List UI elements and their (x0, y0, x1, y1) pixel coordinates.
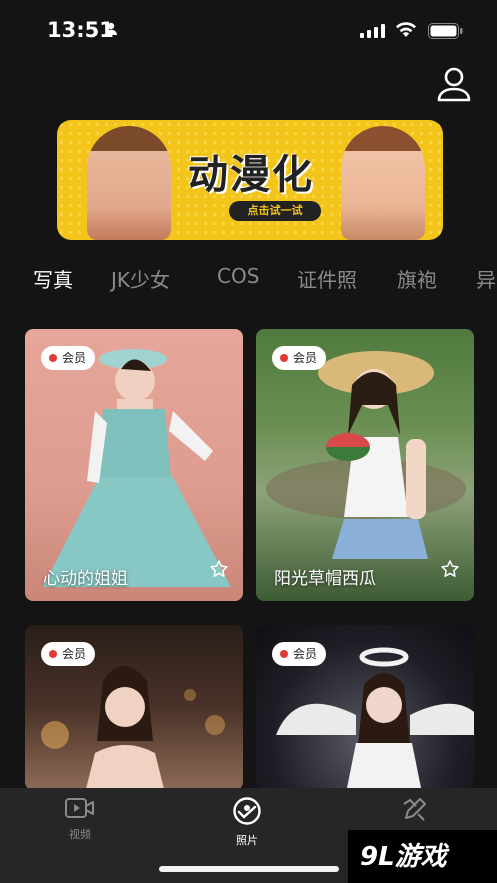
template-card[interactable]: 会员 (256, 625, 474, 790)
vip-badge: 会员 (41, 642, 96, 666)
banner-photo-after (341, 126, 425, 240)
favorite-star-icon[interactable] (209, 559, 229, 579)
tab-qipao[interactable]: 旗袍 (397, 264, 437, 293)
badge-dot (280, 354, 288, 362)
vip-badge: 会员 (272, 346, 327, 370)
card-title: 阳光草帽西瓜 (274, 569, 376, 589)
vip-badge: 会员 (272, 642, 327, 666)
category-tabs: 写真 JK少女 COS 证件照 旗袍 异 (0, 262, 497, 296)
template-card[interactable]: 会员 阳光草帽西瓜 (256, 329, 474, 601)
nav-edit[interactable] (385, 796, 445, 828)
badge-label: 会员 (62, 351, 87, 365)
edit-icon (403, 798, 426, 821)
tab-more[interactable]: 异 (476, 264, 496, 293)
banner-photo-before (87, 126, 171, 240)
video-icon (65, 798, 94, 818)
photo-icon (233, 797, 261, 825)
badge-label: 会员 (293, 647, 318, 661)
favorite-star-icon[interactable] (440, 559, 460, 579)
nav-photo[interactable]: 照片 (217, 796, 277, 848)
badge-dot (49, 650, 57, 658)
badge-dot (280, 650, 288, 658)
card-title: 心动的姐姐 (43, 569, 128, 589)
tab-cos[interactable]: COS (217, 264, 259, 288)
template-card[interactable]: 会员 (25, 625, 243, 790)
nav-photo-label: 照片 (236, 834, 258, 847)
nav-video-label: 视频 (69, 828, 91, 841)
battery-icon (428, 23, 463, 39)
site-watermark: 9L游戏 (348, 830, 497, 883)
wifi-icon (396, 22, 416, 37)
tab-portrait[interactable]: 写真 (33, 264, 73, 293)
watermark-text: 9L游戏 (360, 842, 447, 872)
user-icon (437, 67, 471, 102)
nav-video[interactable]: 视频 (50, 796, 110, 842)
badge-dot (49, 354, 57, 362)
badge-label: 会员 (293, 351, 318, 365)
banner-title: 动漫化 (188, 152, 314, 198)
anime-filter-banner[interactable]: 动漫化 点击试一试 (57, 120, 443, 240)
status-bar: 13:51 (0, 0, 497, 62)
badge-label: 会员 (62, 647, 87, 661)
template-card[interactable]: 会员 心动的姐姐 (25, 329, 243, 601)
person-status-icon (105, 22, 117, 35)
home-indicator (159, 866, 339, 872)
profile-button[interactable] (434, 64, 474, 104)
cellular-signal-icon (360, 24, 385, 38)
tab-jk-girl[interactable]: JK少女 (111, 264, 170, 293)
tab-id-photo[interactable]: 证件照 (297, 264, 357, 293)
banner-try-button[interactable]: 点击试一试 (229, 201, 321, 221)
vip-badge: 会员 (41, 346, 96, 370)
